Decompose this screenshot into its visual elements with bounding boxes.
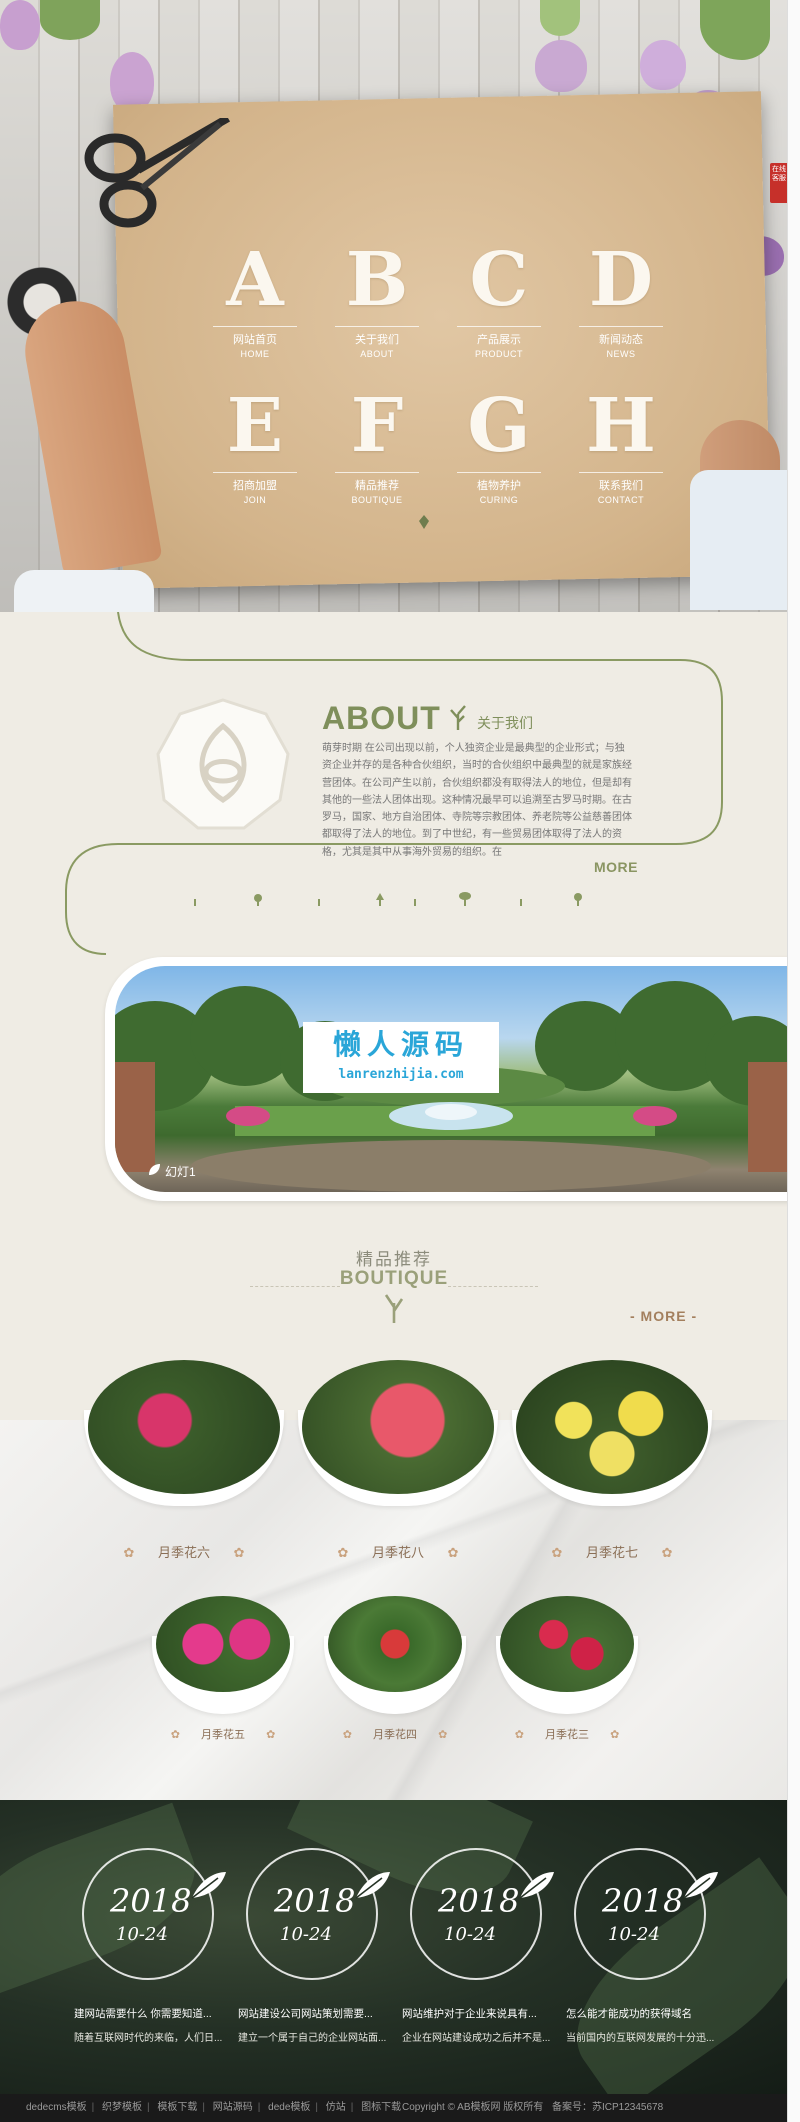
boutique-title-en: BOUTIQUE	[339, 1268, 449, 1289]
pen-icon	[419, 515, 429, 529]
nav-curing[interactable]: G 植物养护 CURING	[439, 386, 559, 506]
footer-link[interactable]: 模板下载	[157, 2102, 197, 2113]
about-title: ABOUT	[322, 700, 441, 736]
flower-icon: ✿	[514, 1729, 524, 1741]
page-scrollbar[interactable]	[787, 0, 800, 2122]
about-more-link[interactable]: MORE	[594, 859, 638, 875]
footer-link[interactable]: 图标下载	[361, 2102, 401, 2113]
scissors-decoration	[84, 118, 230, 228]
slider-caption: 幻灯1	[165, 1165, 196, 1179]
footer-link[interactable]: dede模板	[268, 2102, 310, 2113]
watermark: 懒人源码 lanrenzhijia.com	[303, 1022, 499, 1093]
tree-icon	[384, 1294, 404, 1323]
main-nav: A 网站首页 HOME B 关于我们 ABOUT C 产品展示 PRODUCT …	[195, 240, 675, 520]
nav-home[interactable]: A 网站首页 HOME	[195, 240, 315, 360]
about-subtitle: 关于我们	[477, 715, 533, 731]
nav-product[interactable]: C 产品展示 PRODUCT	[439, 240, 559, 360]
nav-join[interactable]: E 招商加盟 JOIN	[195, 386, 315, 506]
tulip-decoration	[0, 0, 40, 50]
product-card[interactable]: ✿ 月季花四 ✿	[322, 1596, 468, 1746]
leaf-icon	[149, 1164, 160, 1175]
flower-icon: ✿	[266, 1729, 276, 1741]
product-image	[156, 1596, 290, 1692]
nav-boutique[interactable]: F 精品推荐 BOUTIQUE	[317, 386, 437, 506]
product-card[interactable]: ✿ 月季花六 ✿	[82, 1358, 286, 1574]
product-image	[302, 1360, 494, 1494]
footer-link[interactable]: 织梦模板	[102, 2102, 142, 2113]
plant-decoration-row	[194, 892, 582, 906]
about-text: 萌芽时期 在公司出现以前，个人独资企业是最典型的企业形式；与独资企业并存的是各种…	[322, 743, 632, 858]
flower-icon: ✿	[337, 1545, 349, 1560]
product-card[interactable]: ✿ 月季花八 ✿	[296, 1358, 500, 1574]
product-image	[516, 1360, 708, 1494]
copyright: Copyright © AB模板网 版权所有	[402, 2102, 544, 2113]
flower-icon: ✿	[447, 1545, 459, 1560]
page: A 网站首页 HOME B 关于我们 ABOUT C 产品展示 PRODUCT …	[0, 0, 795, 2122]
product-card[interactable]: ✿ 月季花五 ✿	[150, 1596, 296, 1746]
flower-icon: ✿	[342, 1729, 352, 1741]
tree-icon	[450, 705, 466, 730]
nav-contact[interactable]: H 联系我们 CONTACT	[561, 386, 681, 506]
hero-banner: A 网站首页 HOME B 关于我们 ABOUT C 产品展示 PRODUCT …	[0, 0, 788, 612]
online-service-badge[interactable]: 在线客服	[770, 163, 788, 203]
product-image	[328, 1596, 462, 1692]
nav-about[interactable]: B 关于我们 ABOUT	[317, 240, 437, 360]
leaf-icon	[191, 1872, 226, 1899]
footer-link[interactable]: 仿站	[326, 2102, 346, 2113]
flower-icon: ✿	[551, 1545, 563, 1560]
product-image	[500, 1596, 634, 1692]
leaf-icon	[683, 1872, 718, 1899]
about-logo-icon	[156, 698, 290, 830]
product-image	[88, 1360, 280, 1494]
flower-icon: ✿	[123, 1545, 135, 1560]
leaf-icon	[355, 1872, 390, 1899]
footer: dedecms模板 | 织梦模板 | 模板下载 | 网站源码 | dede模板 | 仿站 |…	[0, 2094, 788, 2122]
boutique-more-link[interactable]: - MORE -	[630, 1308, 697, 1324]
footer-link[interactable]: dedecms模板	[26, 2102, 87, 2113]
flower-icon: ✿	[438, 1729, 448, 1741]
leaf-icon	[519, 1872, 554, 1899]
footer-links: dedecms模板 | 织梦模板 | 模板下载 | 网站源码 | dede模板 | 仿站 |…	[26, 2102, 402, 2113]
icp-record: 备案号：苏ICP12345678	[552, 2102, 664, 2113]
boutique-title-cn: 精品推荐	[356, 1250, 432, 1269]
nav-news[interactable]: D 新闻动态 NEWS	[561, 240, 681, 360]
footer-link[interactable]: 网站源码	[213, 2102, 253, 2113]
product-card[interactable]: ✿ 月季花三 ✿	[494, 1596, 640, 1746]
flower-icon: ✿	[170, 1729, 180, 1741]
product-card[interactable]: ✿ 月季花七 ✿	[510, 1358, 714, 1574]
flower-icon: ✿	[661, 1545, 673, 1560]
flower-icon: ✿	[233, 1545, 245, 1560]
flower-icon: ✿	[610, 1729, 620, 1741]
